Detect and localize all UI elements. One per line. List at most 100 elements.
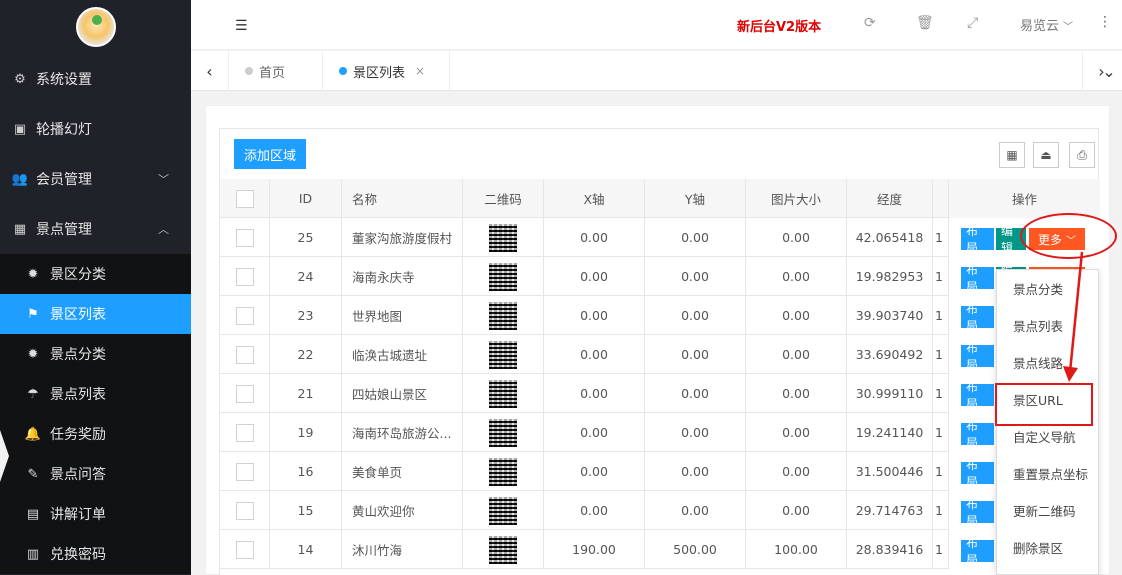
tab-scenic-list[interactable]: 景区列表 × bbox=[323, 51, 450, 91]
layout-button[interactable]: 布局 bbox=[961, 302, 994, 333]
row-checkbox[interactable] bbox=[235, 501, 254, 520]
cell-longitude: 19.982953 bbox=[847, 257, 933, 296]
cell-longitude: 28.839416 bbox=[847, 530, 933, 569]
cell-name: 海南永庆寺 bbox=[342, 257, 463, 296]
row-checkbox[interactable] bbox=[235, 228, 254, 247]
subnav-item-1[interactable]: ⚑ 景区列表 bbox=[0, 294, 191, 334]
umbrella-icon: ☂ bbox=[27, 386, 39, 402]
subnav-item-4[interactable]: 🔔 任务奖励 bbox=[0, 414, 191, 454]
layout-button[interactable]: 布局 bbox=[961, 341, 994, 372]
col-header-x[interactable]: X轴 bbox=[544, 179, 645, 218]
gear-icon: ✹ bbox=[27, 346, 39, 362]
qrcode-image[interactable] bbox=[489, 301, 517, 330]
row-checkbox[interactable] bbox=[235, 345, 254, 364]
row-checkbox[interactable] bbox=[235, 384, 254, 403]
qrcode-image[interactable] bbox=[489, 340, 517, 369]
cell-x: 0.00 bbox=[544, 374, 645, 413]
columns-icon[interactable]: ▦ bbox=[999, 142, 1025, 168]
subnav-item-3[interactable]: ☂ 景点列表 bbox=[0, 374, 191, 414]
col-header-image-size[interactable]: 图片大小 bbox=[746, 179, 847, 218]
layout-button[interactable]: 布局 bbox=[961, 419, 994, 450]
row-checkbox[interactable] bbox=[235, 462, 254, 481]
qrcode-image[interactable] bbox=[489, 457, 517, 486]
tab-bar: ‹ 首页 景区列表 × › ⌄ bbox=[191, 51, 1122, 91]
layout-button[interactable]: 布局 bbox=[961, 263, 994, 294]
tab-label: 景区列表 bbox=[353, 65, 406, 81]
tab-expand-icon[interactable]: ⌄ bbox=[1096, 51, 1122, 91]
audio-icon: ▤ bbox=[26, 506, 40, 522]
cell-id: 21 bbox=[270, 374, 342, 413]
cell-id: 22 bbox=[270, 335, 342, 374]
row-checkbox[interactable] bbox=[235, 540, 254, 559]
layout-button[interactable]: 布局 bbox=[961, 224, 994, 255]
chevron-down-icon: ﹀ bbox=[1063, 22, 1074, 33]
nav-item-2[interactable]: 👥 会员管理 ﹀ bbox=[0, 154, 191, 204]
qrcode-image[interactable] bbox=[489, 223, 517, 252]
app-logo[interactable] bbox=[75, 7, 116, 47]
nav-item-0[interactable]: ⚙ 系统设置 bbox=[0, 54, 191, 104]
sidebar-collapse-notch[interactable] bbox=[0, 430, 9, 482]
layout-button[interactable]: 布局 bbox=[961, 380, 994, 411]
cell-y: 0.00 bbox=[645, 296, 746, 335]
subnav-item-5[interactable]: ✎ 景点问答 bbox=[0, 454, 191, 494]
bell-icon: 🔔 bbox=[24, 426, 42, 442]
col-header-y[interactable]: Y轴 bbox=[645, 179, 746, 218]
subnav-item-label: 景点列表 bbox=[50, 387, 106, 403]
add-area-button[interactable]: 添加区域 bbox=[234, 139, 307, 169]
layout-button[interactable]: 布局 bbox=[961, 536, 994, 567]
qrcode-image[interactable] bbox=[489, 379, 517, 408]
cell-longitude: 19.241140 bbox=[847, 413, 933, 452]
col-header-longitude[interactable]: 经度 bbox=[847, 179, 933, 218]
tab-home[interactable]: 首页 bbox=[229, 51, 323, 91]
row-checkbox[interactable] bbox=[235, 306, 254, 325]
dropdown-item-7[interactable]: 删除景区 bbox=[997, 529, 1098, 566]
gears-icon: ⚙ bbox=[14, 71, 26, 87]
nav-submenu: ✹ 景区分类 ⚑ 景区列表 ✹ 景点分类 ☂ 景点列表 🔔 任务奖励 ✎ 景点问答 ▤ 讲解订单 ▥ 兑换密码 bbox=[0, 254, 191, 574]
version-label[interactable]: 新后台V2版本 bbox=[737, 16, 821, 35]
cell-image-size: 0.00 bbox=[746, 335, 847, 374]
dropdown-item-5[interactable]: 重置景点坐标 bbox=[997, 455, 1098, 492]
col-header-name[interactable]: 名称 bbox=[342, 179, 463, 218]
menu-toggle-icon[interactable]: ☰ bbox=[235, 18, 248, 34]
print-icon[interactable]: ⎙ bbox=[1069, 142, 1095, 168]
fullscreen-icon[interactable]: ⤢ bbox=[967, 15, 978, 31]
layout-button[interactable]: 布局 bbox=[961, 497, 994, 528]
select-all-checkbox[interactable] bbox=[235, 189, 254, 208]
tab-prev-icon[interactable]: ‹ bbox=[191, 51, 229, 91]
qrcode-image[interactable] bbox=[489, 418, 517, 447]
qrcode-image[interactable] bbox=[489, 496, 517, 525]
subnav-item-0[interactable]: ✹ 景区分类 bbox=[0, 254, 191, 294]
dropdown-item-6[interactable]: 更新二维码 bbox=[997, 492, 1098, 529]
row-select-cell bbox=[220, 413, 270, 452]
nav-item-1[interactable]: ▣ 轮播幻灯 bbox=[0, 104, 191, 154]
subnav-item-label: 任务奖励 bbox=[50, 427, 106, 443]
table-panel: 添加区域 ▦ ⏏ ⎙ ID 名称 二维码 X轴 Y轴 图片大小 经度 操作 25… bbox=[219, 128, 1100, 575]
annotation-highlight-box bbox=[995, 383, 1093, 426]
user-menu[interactable]: 易览云 ﹀ bbox=[1020, 15, 1073, 34]
subnav-item-7[interactable]: ▥ 兑换密码 bbox=[0, 534, 191, 574]
more-vertical-icon[interactable]: ⋮ bbox=[1098, 14, 1112, 30]
nav-item-3[interactable]: ▦ 景点管理 ︿ bbox=[0, 204, 191, 254]
refresh-icon[interactable]: ⟳ bbox=[864, 15, 876, 31]
table-row: 23世界地图0.000.000.0039.9037401布局编辑更多﹀ bbox=[220, 296, 1100, 335]
qrcode-image[interactable] bbox=[489, 262, 517, 291]
cell-id: 23 bbox=[270, 296, 342, 335]
subnav-item-2[interactable]: ✹ 景点分类 bbox=[0, 334, 191, 374]
cell-longitude: 29.714763 bbox=[847, 491, 933, 530]
data-table: ID 名称 二维码 X轴 Y轴 图片大小 经度 操作 25 董家沟旅游度假村 0.0… bbox=[220, 179, 1100, 575]
cell-id: 16 bbox=[270, 452, 342, 491]
layout-button[interactable]: 布局 bbox=[961, 458, 994, 489]
qrcode-image[interactable] bbox=[489, 535, 517, 564]
gear-icon: ✹ bbox=[27, 266, 39, 282]
close-icon[interactable]: × bbox=[415, 64, 425, 78]
cell-longitude: 33.690492 bbox=[847, 335, 933, 374]
export-icon[interactable]: ⏏ bbox=[1033, 142, 1059, 168]
trash-icon[interactable]: 🗑 bbox=[916, 15, 934, 31]
col-header-id[interactable]: ID bbox=[270, 179, 342, 218]
table-row: 19海南环岛旅游公...0.000.000.0019.2411401布局编辑更多… bbox=[220, 413, 1100, 452]
col-header-qrcode[interactable]: 二维码 bbox=[463, 179, 544, 218]
cell-image-size: 0.00 bbox=[746, 218, 847, 257]
row-checkbox[interactable] bbox=[235, 267, 254, 286]
subnav-item-6[interactable]: ▤ 讲解订单 bbox=[0, 494, 191, 534]
row-checkbox[interactable] bbox=[235, 423, 254, 442]
